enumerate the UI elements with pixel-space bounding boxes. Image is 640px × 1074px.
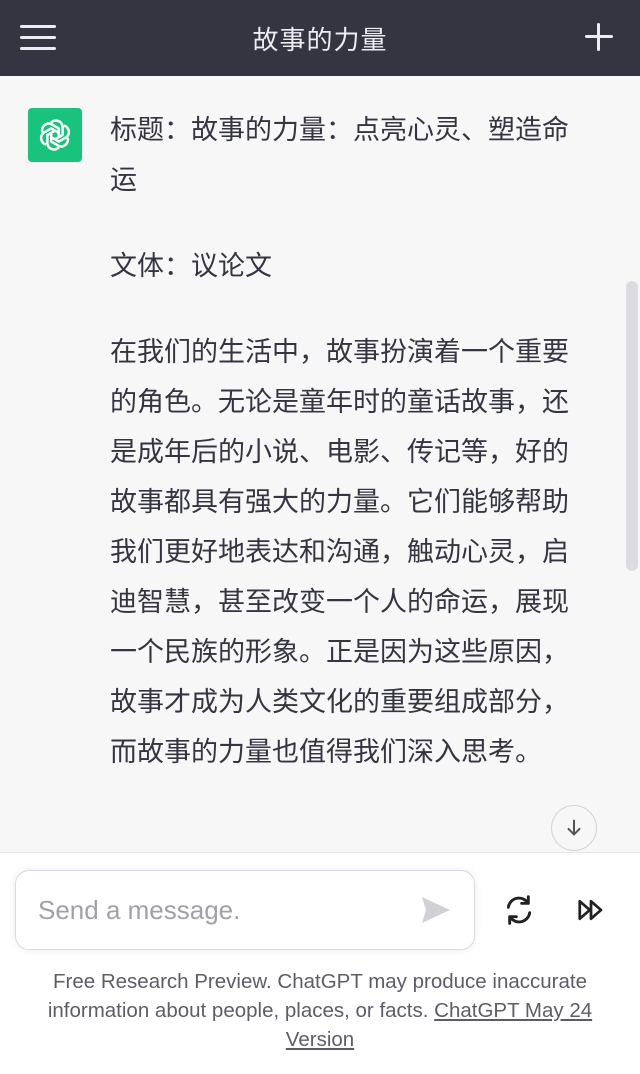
arrow-down-icon <box>567 819 581 836</box>
regenerate-button[interactable] <box>500 891 538 929</box>
message-input-box[interactable] <box>15 870 475 950</box>
scroll-down-button[interactable] <box>551 805 597 851</box>
chat-thread[interactable]: 标题：故事的力量：点亮心灵、塑造命运 文体：议论文 在我们的生活中，故事扮演着一… <box>0 76 640 852</box>
openai-logo-icon <box>28 108 82 162</box>
menu-icon-line <box>20 25 56 28</box>
menu-button[interactable] <box>20 22 58 54</box>
message-genre: 文体：议论文 <box>110 251 272 282</box>
composer-area: Free Research Preview. ChatGPT may produ… <box>0 852 640 1074</box>
assistant-message: 标题：故事的力量：点亮心灵、塑造命运 文体：议论文 在我们的生活中，故事扮演着一… <box>110 106 580 814</box>
fast-forward-icon <box>578 899 603 921</box>
menu-icon-line <box>20 36 56 39</box>
continue-button[interactable] <box>572 891 610 929</box>
refresh-icon <box>506 895 532 925</box>
message-body: 在我们的生活中，故事扮演着一个重要的角色。无论是童年时的童话故事，还是成年后的小… <box>110 337 569 768</box>
send-icon <box>422 897 450 923</box>
menu-icon-line <box>20 47 56 50</box>
message-title: 标题：故事的力量：点亮心灵、塑造命运 <box>110 115 569 196</box>
page-title: 故事的力量 <box>252 25 388 56</box>
scrollbar-thumb[interactable] <box>626 281 638 571</box>
new-chat-button[interactable] <box>584 22 614 52</box>
send-button[interactable] <box>420 895 452 925</box>
top-bar: 故事的力量 <box>0 0 640 76</box>
disclaimer: Free Research Preview. ChatGPT may produ… <box>20 967 620 1054</box>
message-input[interactable] <box>36 889 410 931</box>
